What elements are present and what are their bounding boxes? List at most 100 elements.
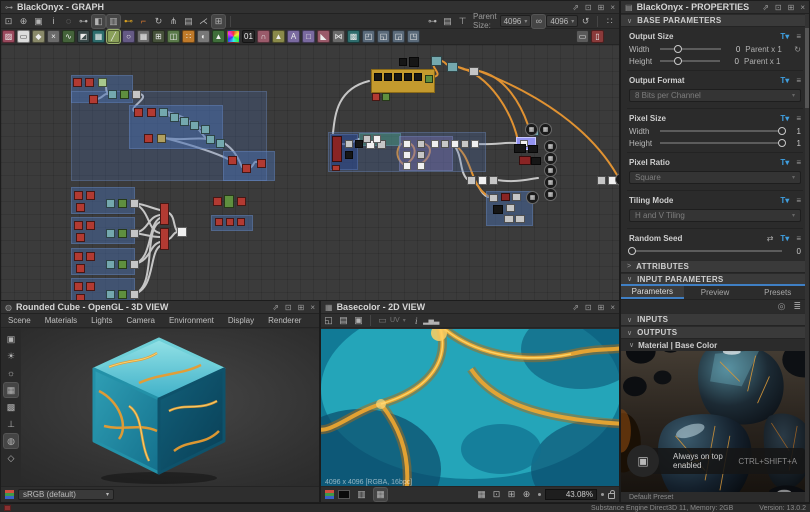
graph-node[interactable] — [160, 203, 169, 225]
graph-node[interactable] — [215, 218, 223, 226]
link-create-icon[interactable]: ⊷ — [122, 15, 135, 28]
graph-node[interactable] — [177, 227, 187, 237]
graph-panel-header[interactable]: ⊶ BlackOnyx - GRAPH ⇗ ⊡ ⊞ × — [1, 1, 619, 14]
properties-scrollbar[interactable] — [805, 14, 809, 502]
flood-fill-icon[interactable]: ◣ — [317, 30, 330, 43]
scatter-icon[interactable]: ∷ — [182, 30, 195, 43]
graph-node[interactable] — [89, 95, 98, 104]
graph-node[interactable] — [216, 139, 225, 148]
expose-parameter-icon[interactable]: T▾ — [780, 158, 789, 167]
pin-icon[interactable]: ⇗ — [272, 301, 279, 314]
view2d-viewport[interactable]: 4096 x 4096 [RGBA, 16bpc] — [321, 329, 619, 488]
graph-node[interactable] — [86, 191, 95, 200]
graph-node[interactable] — [130, 229, 139, 238]
graph-node[interactable] — [489, 176, 498, 185]
link-size-icon[interactable]: ∞ — [532, 15, 545, 28]
graph-node[interactable] — [132, 90, 141, 99]
parent-size-height-dropdown[interactable]: 4096▾ — [546, 15, 578, 27]
random-seed-value[interactable]: 0 — [787, 247, 801, 256]
graph-node[interactable] — [76, 233, 85, 242]
pause-icon[interactable]: ∷ — [603, 15, 616, 28]
graph-node[interactable] — [74, 252, 83, 261]
graph-node[interactable] — [118, 290, 127, 299]
graph-node[interactable] — [73, 78, 82, 87]
merge-icon[interactable]: ⋈ — [332, 30, 345, 43]
select-icon[interactable]: □ — [302, 30, 315, 43]
pan-icon[interactable]: ⊕ — [17, 15, 30, 28]
axis-icon[interactable]: ⊥ — [4, 417, 18, 431]
float-icon[interactable]: ⊡ — [775, 1, 782, 14]
function-menu-icon[interactable]: ≡ — [796, 76, 801, 85]
info-cursor-icon[interactable]: i — [47, 15, 60, 28]
close-icon[interactable]: × — [800, 1, 805, 14]
graph-node[interactable] — [159, 108, 168, 117]
height-icon[interactable]: ▲ — [212, 30, 225, 43]
function-menu-icon[interactable]: ≡ — [796, 114, 801, 123]
graph-node[interactable] — [237, 197, 246, 206]
list-options-icon[interactable]: ≣ — [793, 301, 801, 312]
graph-node[interactable] — [134, 108, 143, 117]
reset-size-icon[interactable]: ↺ — [579, 15, 592, 28]
atlas3-icon[interactable]: ◲ — [392, 30, 405, 43]
graph-node[interactable] — [228, 156, 237, 165]
float-icon[interactable]: ⊡ — [585, 301, 592, 314]
fit-view-icon[interactable]: ⊡ — [490, 488, 503, 501]
function-menu-icon[interactable]: ≡ — [796, 32, 801, 41]
graph-node[interactable] — [417, 140, 425, 148]
pan-icon[interactable]: ⊕ — [520, 488, 533, 501]
elbow-connector-icon[interactable]: ⌐ — [137, 15, 150, 28]
atlas2-icon[interactable]: ◱ — [377, 30, 390, 43]
graph-node[interactable] — [86, 252, 95, 261]
graph-node[interactable] — [106, 199, 115, 208]
graph-node[interactable] — [157, 134, 166, 143]
section-input-parameters[interactable]: ∨ INPUT PARAMETERS — [621, 273, 809, 286]
graph-node[interactable] — [130, 260, 139, 269]
graph-node[interactable] — [120, 90, 129, 99]
menu-renderer[interactable]: Renderer — [261, 316, 308, 325]
view3d-panel-header[interactable]: ◍ Rounded Cube - OpenGL - 3D VIEW ⇗ ⊡ ⊞ … — [1, 301, 319, 314]
expose-parameter-icon[interactable]: T▾ — [780, 76, 789, 85]
expose-parameter-icon[interactable]: T▾ — [780, 114, 789, 123]
color-profile-icon[interactable] — [5, 490, 14, 493]
graph-view-icon[interactable]: ◧ — [92, 15, 105, 28]
graph-node[interactable] — [201, 125, 210, 134]
info-icon[interactable]: i — [410, 314, 423, 327]
pin-icon[interactable]: ⇗ — [572, 1, 579, 14]
graph-node[interactable] — [76, 264, 85, 273]
graph-node[interactable] — [399, 58, 407, 66]
pixel-width-slider[interactable] — [660, 130, 782, 132]
histogram-icon[interactable]: ▂▅▃ — [425, 314, 438, 327]
output-node-badge[interactable]: ▦ — [544, 188, 557, 201]
curve-icon[interactable]: ∿ — [62, 30, 75, 43]
output-group-row[interactable]: ∨ Material | Base Color — [621, 339, 809, 351]
maximize-icon[interactable]: ⊞ — [788, 1, 795, 14]
output-format-dropdown[interactable]: 8 Bits per Channel▾ — [629, 89, 801, 102]
expose-parameter-icon[interactable]: T▾ — [780, 196, 789, 205]
graph-node[interactable] — [74, 282, 83, 291]
graph-node[interactable] — [515, 215, 525, 223]
graph-node[interactable] — [206, 135, 215, 144]
extrude-icon[interactable]: ◫ — [167, 30, 180, 43]
graph-node[interactable] — [403, 151, 411, 159]
pin-small-icon[interactable]: ⊤ — [456, 15, 469, 28]
graph-node[interactable] — [597, 176, 606, 185]
comment-icon[interactable]: ▭ — [576, 30, 589, 43]
shape-icon[interactable]: ○ — [122, 30, 135, 43]
section-outputs[interactable]: ∨ OUTPUTS — [621, 326, 809, 339]
pencil-icon[interactable]: ╱ — [107, 30, 120, 43]
copy-icon[interactable]: ▣ — [352, 314, 365, 327]
zoom-level-field[interactable]: 43.08% — [545, 489, 597, 500]
graph-node[interactable] — [382, 93, 390, 101]
menu-camera[interactable]: Camera — [120, 316, 162, 325]
text-icon[interactable]: A — [287, 30, 300, 43]
uniform-color-icon[interactable]: ▨ — [2, 30, 15, 43]
output-height-slider[interactable] — [660, 60, 720, 62]
graph-node[interactable] — [469, 67, 479, 76]
graph-node[interactable] — [461, 140, 469, 148]
function-menu-icon[interactable]: ≡ — [796, 234, 801, 243]
graph-node[interactable] — [441, 140, 449, 148]
hsl-icon[interactable] — [227, 30, 240, 43]
graph-node[interactable] — [414, 73, 422, 81]
output-node-badge[interactable]: ▦ — [525, 123, 538, 136]
section-base-parameters[interactable]: ∨ BASE PARAMETERS — [621, 14, 809, 27]
